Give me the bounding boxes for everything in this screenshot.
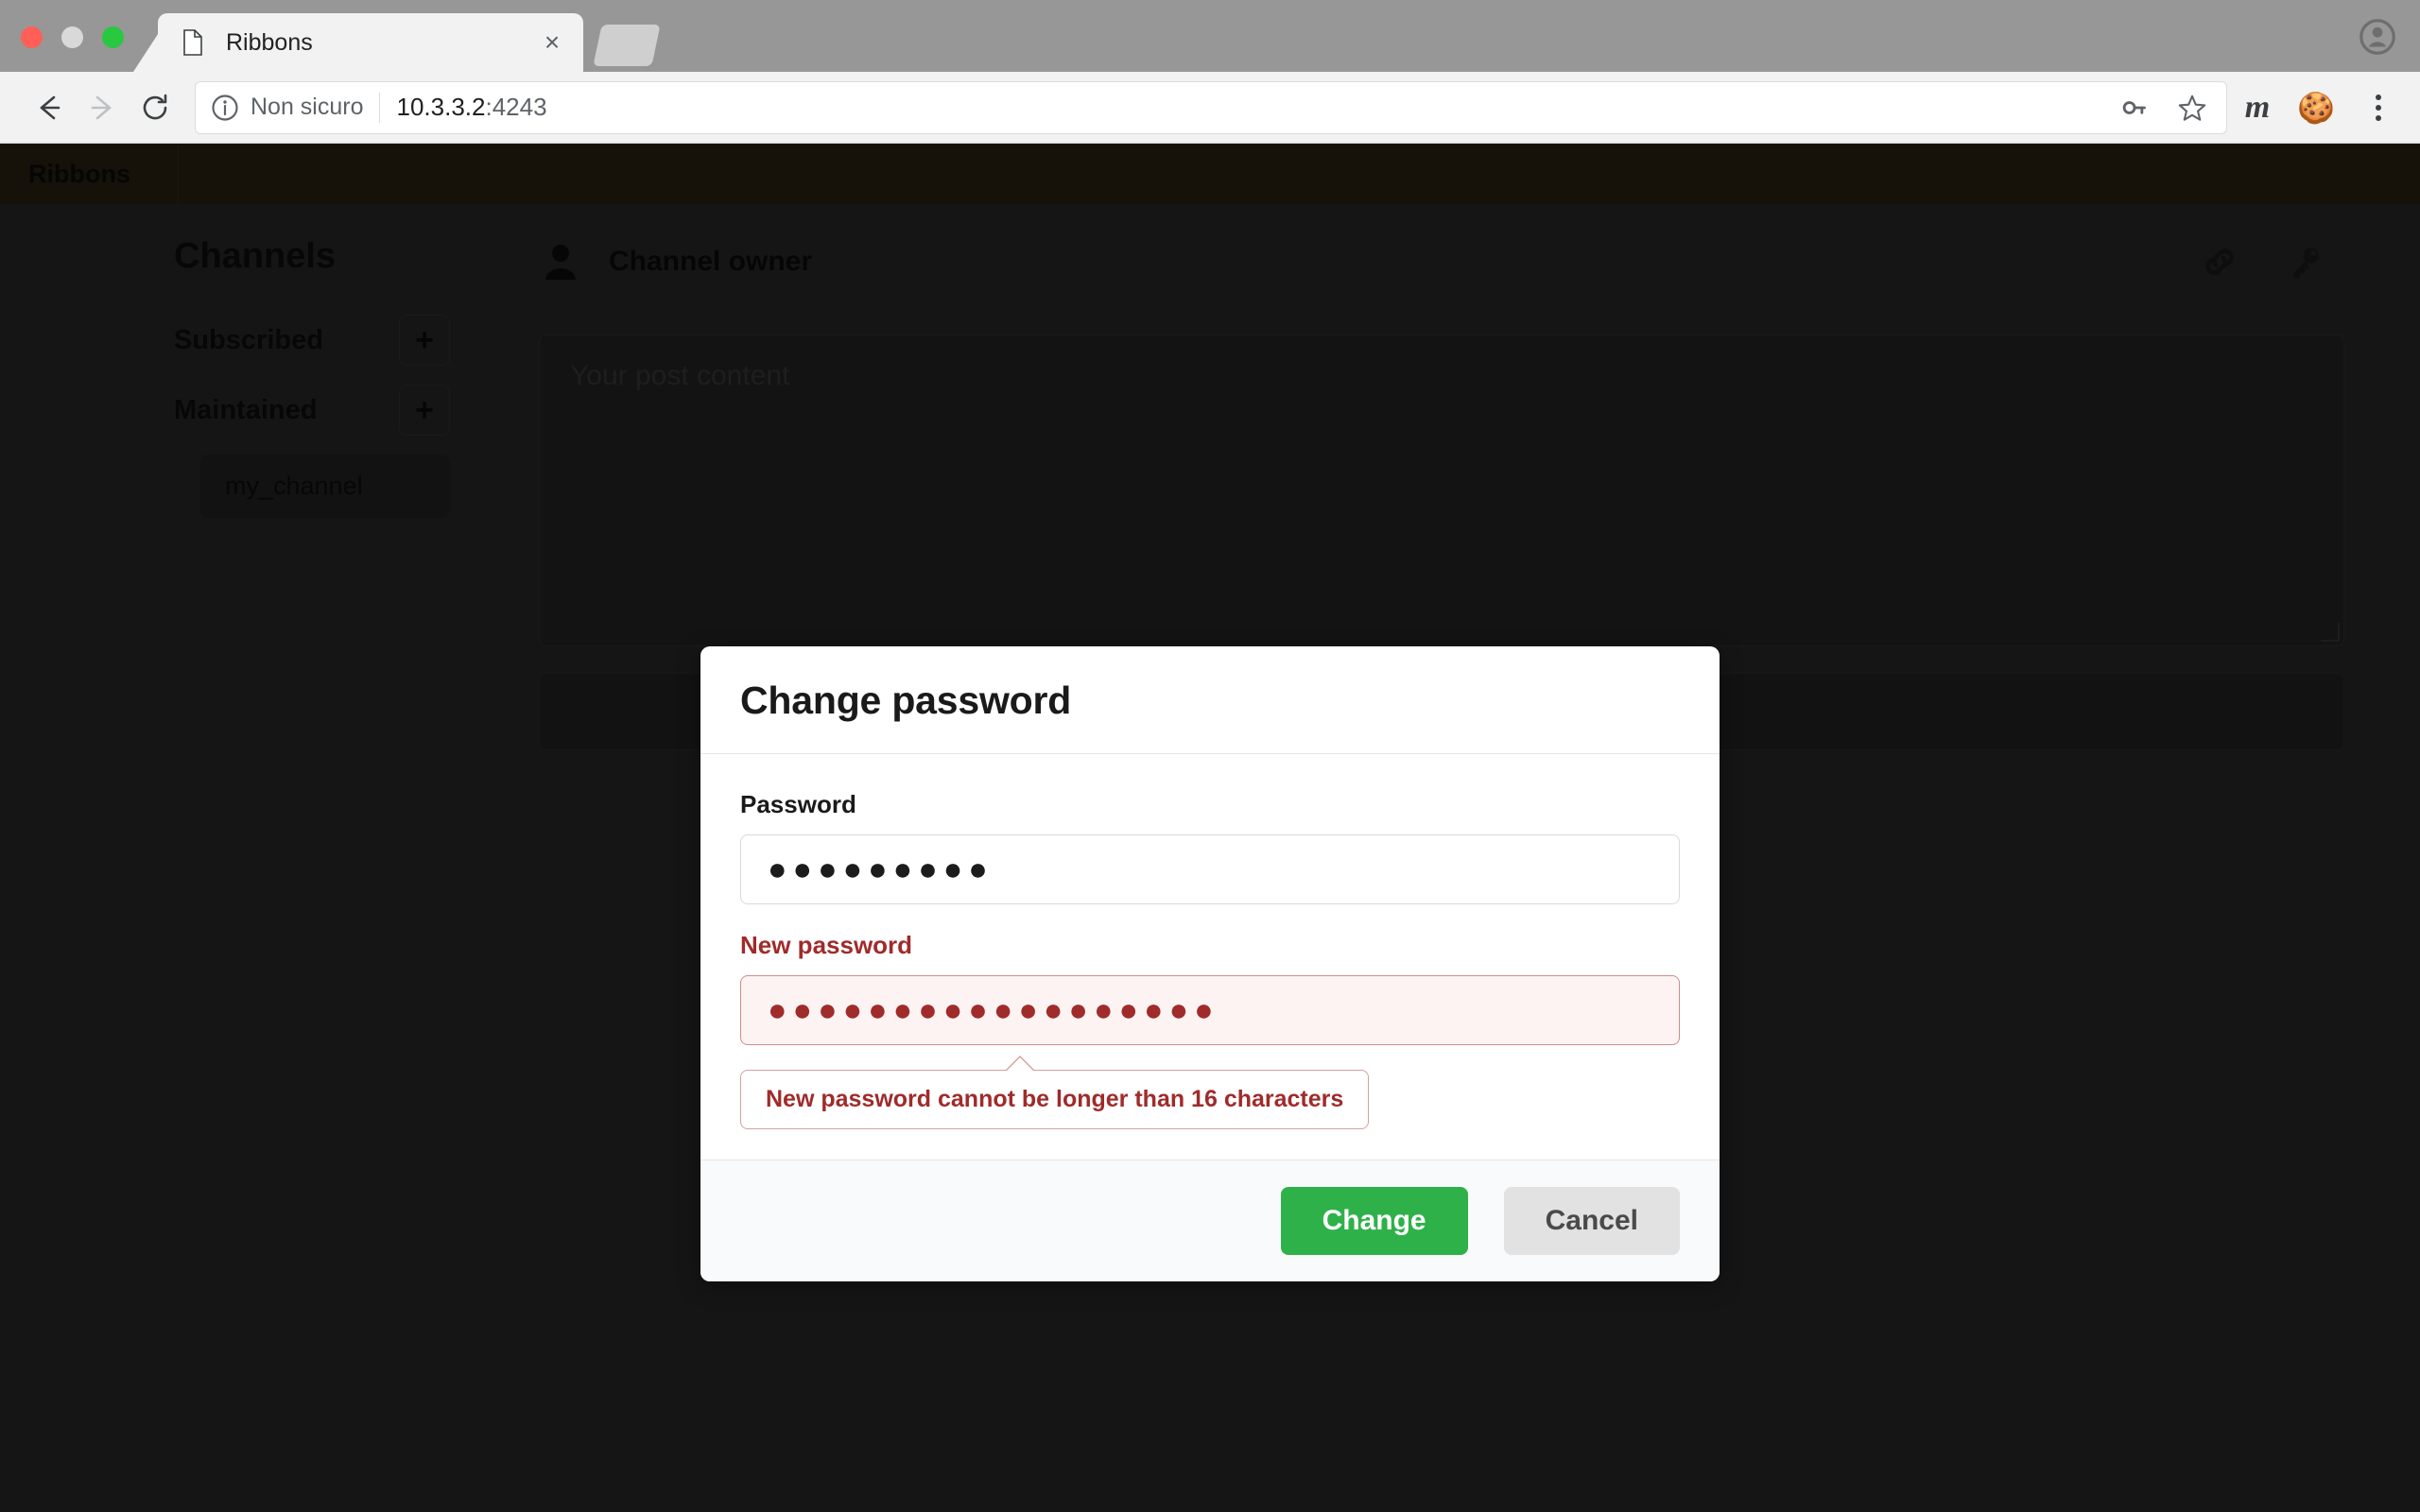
password-label: Password bbox=[740, 790, 856, 818]
dialog-title: Change password bbox=[740, 679, 1072, 722]
key-icon[interactable] bbox=[2115, 89, 2152, 127]
forward-arrow-icon bbox=[76, 81, 129, 134]
new-password-input-value: ●●●●●●●●●●●●●●●●●● bbox=[768, 992, 1219, 1028]
validation-error-tooltip: New password cannot be longer than 16 ch… bbox=[740, 1056, 1370, 1129]
browser-window: Ribbons × Non sicuro 10.3.3.2:4243 m 🍪 C… bbox=[0, 0, 2420, 1512]
document-icon bbox=[182, 29, 203, 56]
close-window-button[interactable] bbox=[21, 26, 43, 48]
close-tab-button[interactable]: × bbox=[536, 26, 568, 59]
new-password-field-group: New password ●●●●●●●●●●●●●●●●●● New pass… bbox=[740, 931, 1680, 1129]
new-tab-button[interactable] bbox=[593, 25, 661, 66]
reload-icon[interactable] bbox=[129, 81, 182, 134]
change-password-confirm-button[interactable]: Change bbox=[1280, 1187, 1468, 1255]
dialog-body: Password ●●●●●●●●● New password ●●●●●●●●… bbox=[700, 754, 1720, 1160]
password-field-group: Password ●●●●●●●●● bbox=[740, 790, 1680, 904]
dialog-header: Change password bbox=[700, 646, 1720, 754]
extension-cookie-button[interactable]: 🍪 bbox=[2297, 89, 2335, 127]
browser-tab[interactable]: Ribbons × bbox=[158, 13, 583, 72]
security-status-label: Non sicuro bbox=[251, 94, 364, 120]
password-input[interactable]: ●●●●●●●●● bbox=[740, 834, 1680, 904]
url-host: 10.3.3.2 bbox=[396, 93, 486, 121]
info-circle-icon[interactable] bbox=[211, 94, 239, 122]
star-icon[interactable] bbox=[2173, 89, 2211, 127]
change-password-cancel-button[interactable]: Cancel bbox=[1503, 1187, 1680, 1255]
omnibox-actions bbox=[2115, 89, 2211, 127]
omnibox-divider bbox=[378, 92, 380, 123]
three-dot-menu-icon[interactable] bbox=[2360, 89, 2397, 127]
address-bar[interactable]: Non sicuro 10.3.3.2:4243 bbox=[195, 80, 2227, 134]
new-password-label: New password bbox=[740, 931, 913, 959]
page-viewport: Ribbons Channels Subscribed + Maintained… bbox=[0, 144, 2420, 1512]
tab-strip: Ribbons × bbox=[0, 0, 2420, 72]
minimize-window-button[interactable] bbox=[61, 26, 83, 48]
profile-avatar-icon[interactable] bbox=[2356, 15, 2399, 59]
password-input-value: ●●●●●●●●● bbox=[768, 851, 994, 887]
window-controls bbox=[21, 26, 124, 48]
url-port: :4243 bbox=[485, 93, 547, 121]
back-arrow-icon[interactable] bbox=[23, 81, 76, 134]
extension-m-button[interactable]: m bbox=[2238, 89, 2276, 127]
maximize-window-button[interactable] bbox=[102, 26, 124, 48]
new-password-input[interactable]: ●●●●●●●●●●●●●●●●●● bbox=[740, 975, 1680, 1045]
url-text: 10.3.3.2:4243 bbox=[397, 93, 547, 122]
tab-title: Ribbons bbox=[226, 28, 313, 56]
change-password-dialog: Change password Password ●●●●●●●●● New p… bbox=[700, 646, 1720, 1281]
dialog-footer: Change Cancel bbox=[700, 1160, 1720, 1281]
browser-toolbar: Non sicuro 10.3.3.2:4243 m 🍪 bbox=[0, 72, 2420, 144]
